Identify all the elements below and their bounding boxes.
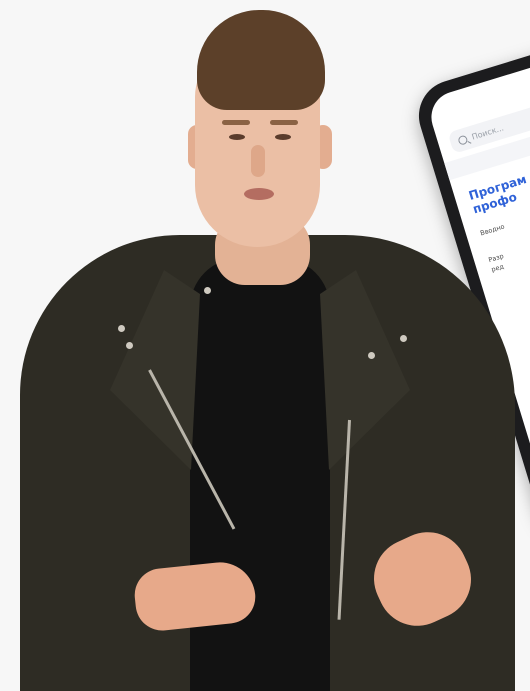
- jacket-stud: [126, 342, 133, 349]
- jacket-stud: [204, 287, 211, 294]
- jacket-stud: [400, 335, 407, 342]
- presenter-person: [0, 0, 530, 691]
- eyebrow-right: [270, 120, 298, 125]
- nose: [251, 145, 265, 177]
- hair: [197, 10, 325, 110]
- eyebrow-left: [222, 120, 250, 125]
- jacket-stud: [368, 352, 375, 359]
- mouth: [244, 188, 274, 200]
- black-shirt: [190, 258, 330, 691]
- eye-right: [275, 134, 291, 140]
- jacket-stud: [118, 325, 125, 332]
- photo-scene: Поиск... Програм профо Вводно Разр ред: [0, 0, 530, 691]
- eye-left: [229, 134, 245, 140]
